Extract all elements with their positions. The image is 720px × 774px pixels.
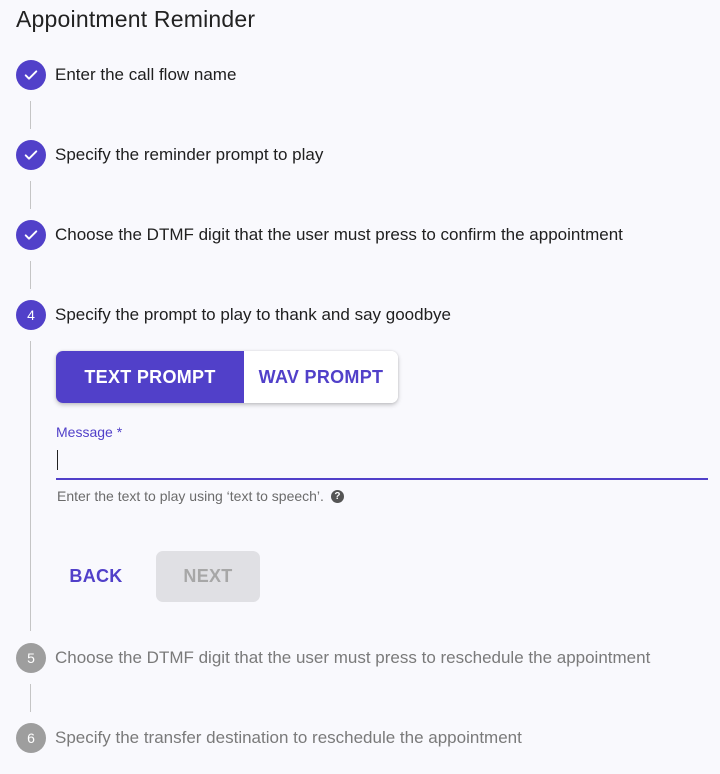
back-button[interactable]: BACK <box>58 551 134 601</box>
text-caret <box>57 450 58 470</box>
step-label: Enter the call flow name <box>55 65 237 84</box>
text-prompt-button[interactable]: TEXT PROMPT <box>56 351 244 403</box>
helper-text: Enter the text to play using ‘text to sp… <box>57 488 324 504</box>
prompt-type-toggle: TEXT PROMPT WAV PROMPT <box>56 351 398 403</box>
wav-prompt-button[interactable]: WAV PROMPT <box>244 351 398 403</box>
check-icon <box>16 220 46 250</box>
step-label: Specify the transfer destination to resc… <box>55 728 522 747</box>
step-label: Choose the DTMF digit that the user must… <box>55 648 651 667</box>
next-button[interactable]: NEXT <box>156 551 260 602</box>
step-connector <box>30 341 31 631</box>
step-3[interactable]: Choose the DTMF digit that the user must… <box>16 220 623 250</box>
check-icon <box>16 140 46 170</box>
step-label: Specify the reminder prompt to play <box>55 145 324 164</box>
page-title: Appointment Reminder <box>16 6 256 32</box>
step-number-badge: 5 <box>16 643 46 673</box>
step-label: Choose the DTMF digit that the user must… <box>55 225 623 244</box>
message-input[interactable] <box>56 442 708 480</box>
step-1[interactable]: Enter the call flow name <box>16 60 236 90</box>
step-number-badge: 6 <box>16 723 46 753</box>
step-connector <box>30 684 31 712</box>
step-5[interactable]: 5 Choose the DTMF digit that the user mu… <box>16 643 650 673</box>
message-helper-text: Enter the text to play using ‘text to sp… <box>57 488 344 504</box>
help-circle-icon[interactable]: ? <box>330 489 344 503</box>
step-2[interactable]: Specify the reminder prompt to play <box>16 140 323 170</box>
step-6[interactable]: 6 Specify the transfer destination to re… <box>16 723 522 753</box>
step-connector <box>30 181 31 209</box>
check-icon <box>16 60 46 90</box>
message-field-label: Message * <box>56 424 123 440</box>
step-connector <box>30 261 31 289</box>
step-connector <box>30 101 31 129</box>
step-4[interactable]: 4 Specify the prompt to play to thank an… <box>16 300 451 330</box>
step-number-badge: 4 <box>16 300 46 330</box>
step-label: Specify the prompt to play to thank and … <box>55 305 451 324</box>
